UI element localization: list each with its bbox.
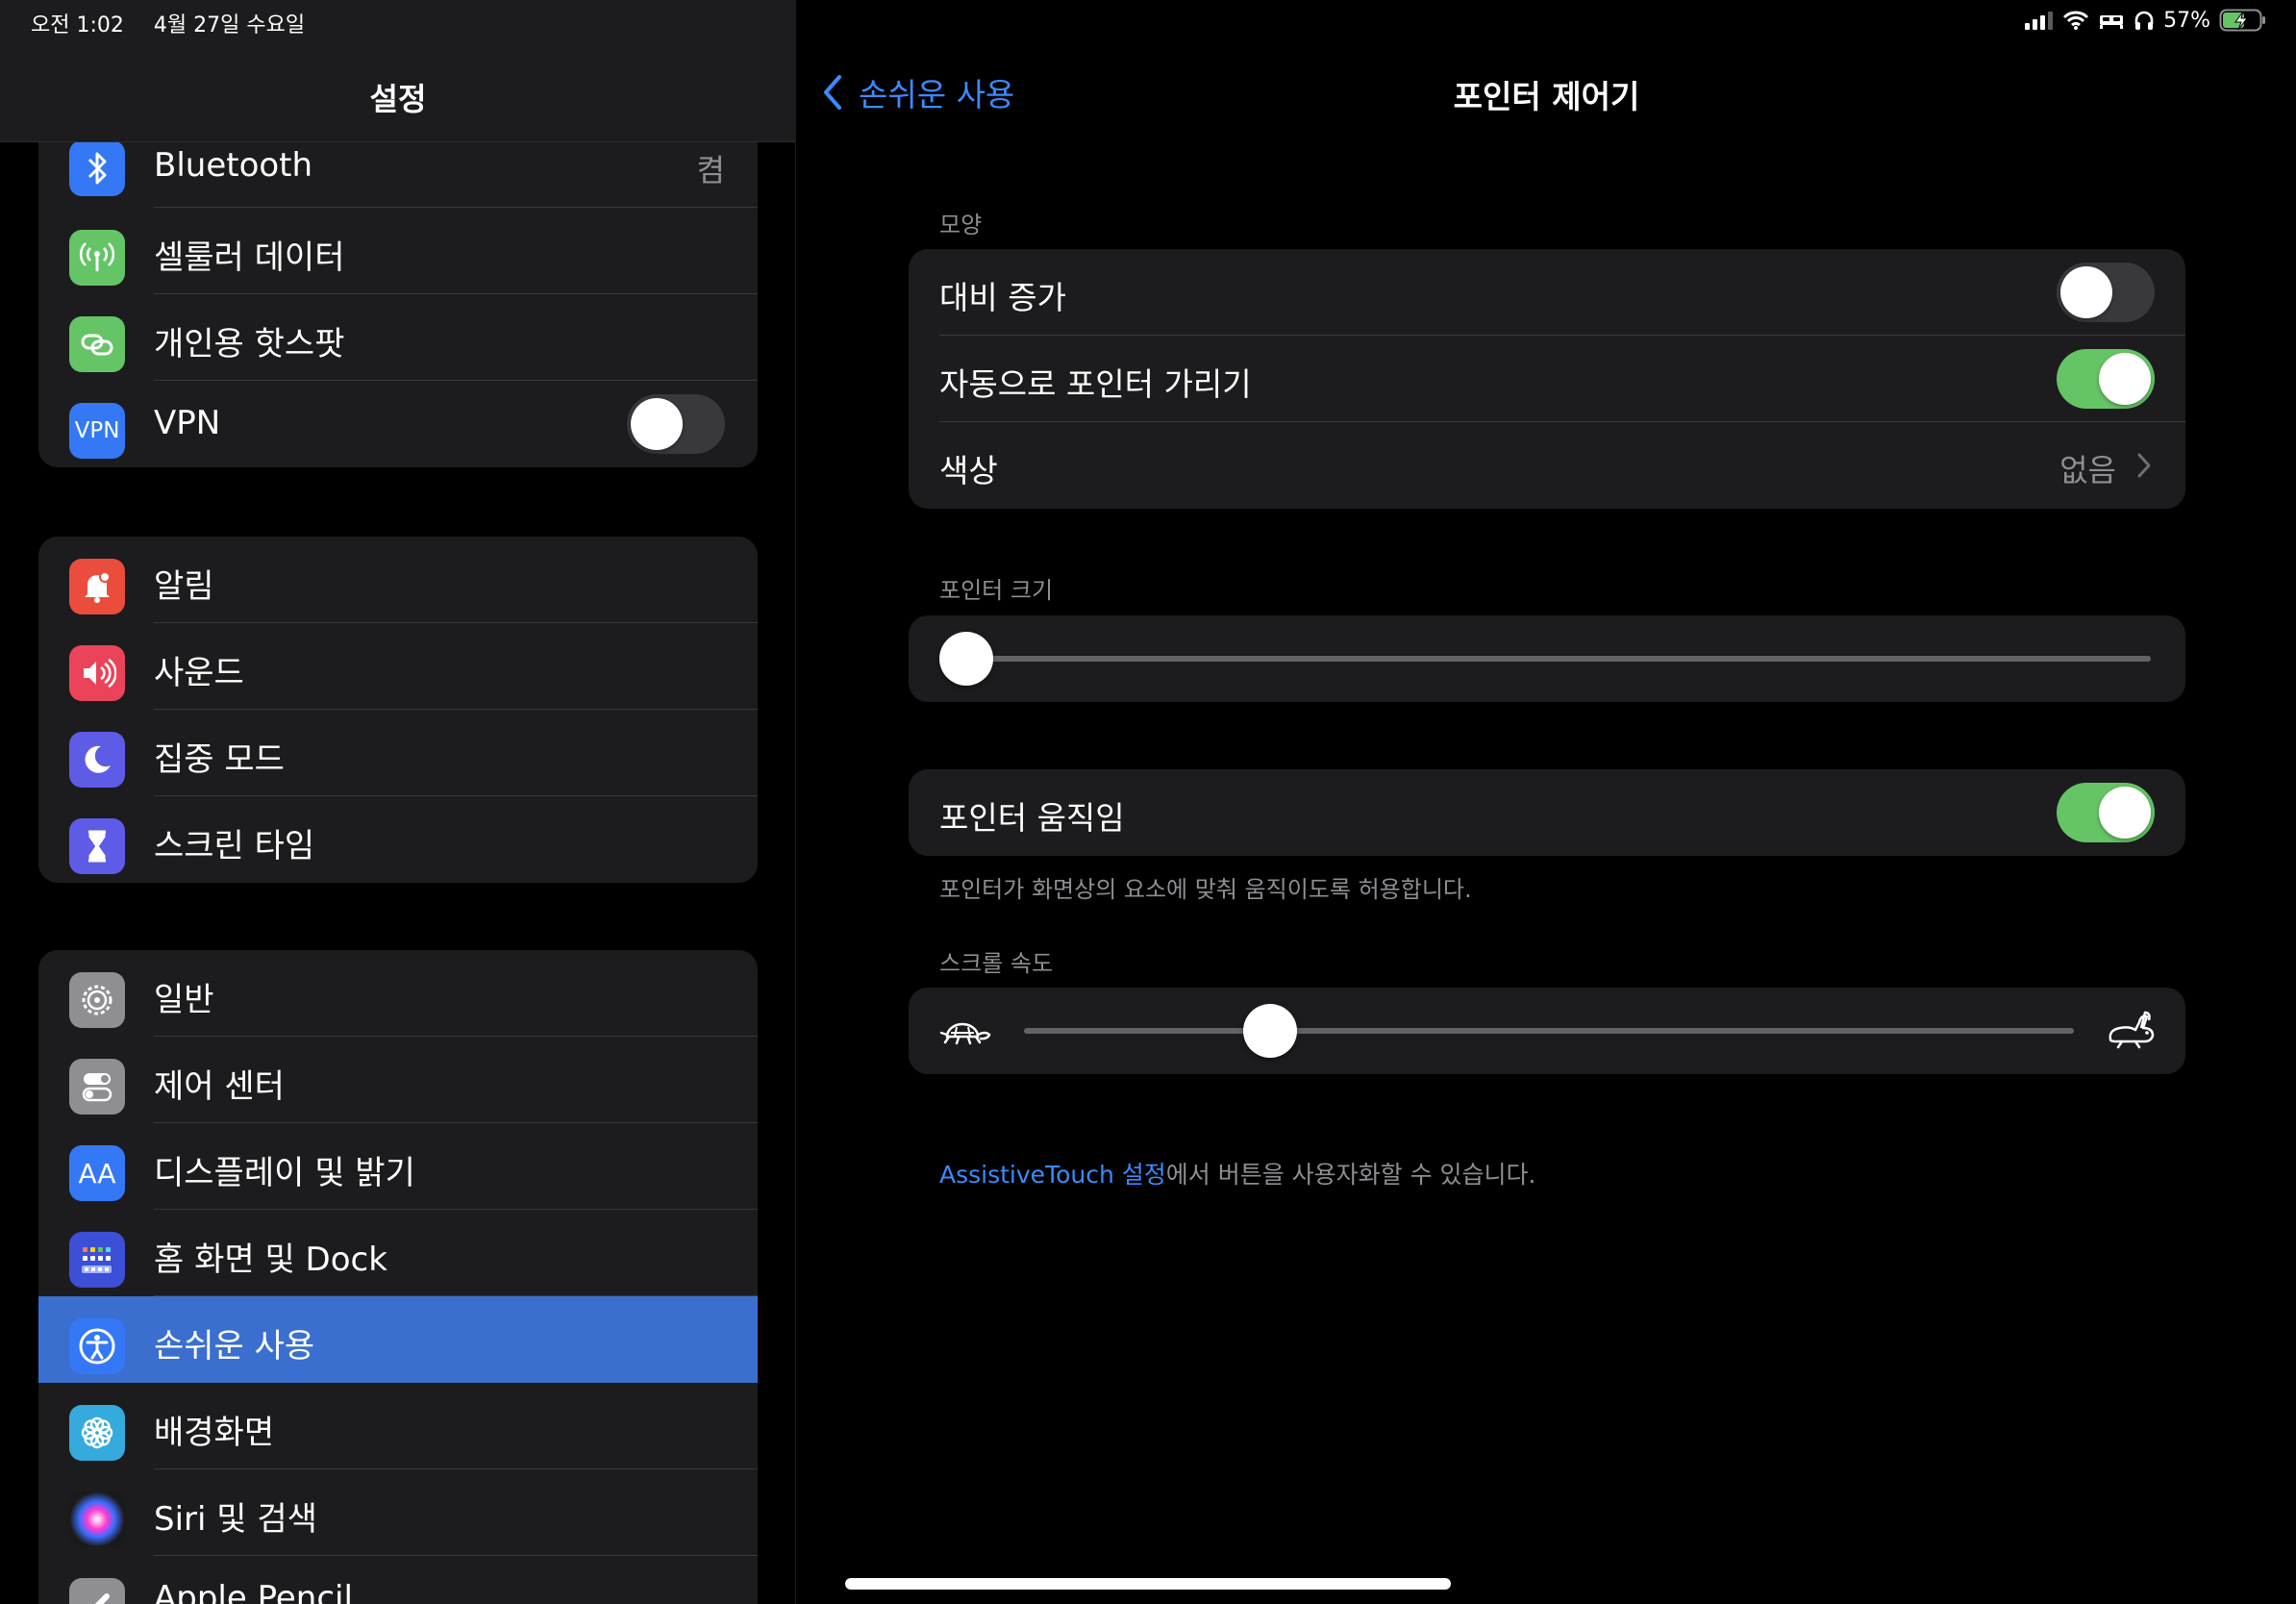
scroll-speed-slider[interactable] xyxy=(1243,1004,1297,1058)
appearance-card: 대비 증가 자동으로 포인터 가리기 색상 없음 xyxy=(909,249,2185,509)
sidebar-item-label: 일반 xyxy=(154,981,214,1019)
hourglass-icon xyxy=(69,818,125,874)
chevron-right-icon xyxy=(2137,453,2151,478)
bluetooth-status: 켬 xyxy=(696,152,725,188)
pointer-size-track xyxy=(966,656,2151,662)
sidebar-item-label: 알림 xyxy=(154,567,214,606)
sidebar-item-control-center[interactable]: 제어 센터 xyxy=(38,1037,758,1123)
sidebar-item-label: Apple Pencil xyxy=(154,1579,353,1604)
pointer-animations-card: 포인터 움직임 xyxy=(909,769,2185,856)
sidebar-item-sounds[interactable]: 사운드 xyxy=(38,623,758,710)
color-label: 색상 xyxy=(939,452,998,489)
pointer-size-card xyxy=(909,615,2185,702)
moon-icon xyxy=(69,732,125,788)
antenna-icon xyxy=(69,230,125,286)
assistive-touch-rest: 에서 버튼을 사용자화할 수 있습니다. xyxy=(1165,1161,1536,1189)
pointer-control-pane: 손쉬운 사용 포인터 제어기 모양 대비 증가 자동으로 포인터 가리기 색상 … xyxy=(797,0,2296,1604)
sidebar-item-wallpaper[interactable]: 배경화면 xyxy=(38,1383,758,1469)
connectivity-group: Bluetooth 켬 셀룰러 데이터 개인용 핫스팟 VPN VPN xyxy=(38,121,758,467)
bell-icon xyxy=(69,559,125,614)
text-size-icon: AA xyxy=(69,1145,125,1201)
sidebar-item-label: Bluetooth xyxy=(154,146,313,185)
sidebar-item-general[interactable]: 일반 xyxy=(38,950,758,1037)
screen: 설정 Bluetooth 켬 셀룰러 데이터 개인용 핫스팟 VPN VPN 알… xyxy=(0,0,2296,1604)
sidebar-item-label: 배경화면 xyxy=(154,1414,275,1452)
scroll-speed-track xyxy=(1024,1028,2074,1034)
sidebar-item-screen-time[interactable]: 스크린 타임 xyxy=(38,796,758,883)
pointer-animations-label: 포인터 움직임 xyxy=(939,799,1125,837)
wifi-icon xyxy=(2063,11,2089,30)
rabbit-icon xyxy=(2109,1011,2155,1049)
vpn-icon: VPN xyxy=(69,403,125,459)
sidebar-item-label: 셀룰러 데이터 xyxy=(154,238,345,277)
sidebar-item-cellular[interactable]: 셀룰러 데이터 xyxy=(38,208,758,294)
sidebar-item-label: 제어 센터 xyxy=(154,1067,285,1106)
sidebar-item-label: 손쉬운 사용 xyxy=(154,1327,315,1366)
notifications-group: 알림 사운드 집중 모드 스크린 타임 xyxy=(38,537,758,883)
sidebar-title: 설정 xyxy=(369,81,427,117)
page-title: 포인터 제어기 xyxy=(1453,78,1640,115)
auto-hide-label: 자동으로 포인터 가리기 xyxy=(939,365,1252,403)
sidebar-item-label: VPN xyxy=(154,404,221,442)
increase-contrast-toggle[interactable] xyxy=(2057,263,2155,322)
scroll-speed-card xyxy=(909,988,2185,1074)
siri-icon xyxy=(69,1491,125,1547)
sidebar-item-vpn[interactable]: VPN VPN xyxy=(38,381,758,467)
color-value: 없음 xyxy=(2059,452,2116,489)
battery-charging-icon xyxy=(2219,9,2265,32)
sidebar-item-apple-pencil[interactable]: Apple Pencil xyxy=(38,1556,758,1604)
cellular-signal-icon xyxy=(2025,12,2054,30)
sidebar-item-focus[interactable]: 집중 모드 xyxy=(38,710,758,796)
home-indicator[interactable] xyxy=(845,1578,1451,1590)
vpn-toggle[interactable] xyxy=(627,394,725,454)
settings-sidebar: 설정 Bluetooth 켬 셀룰러 데이터 개인용 핫스팟 VPN VPN 알… xyxy=(0,0,796,1604)
sidebar-item-display[interactable]: AA 디스플레이 및 밝기 xyxy=(38,1123,758,1210)
status-bar-left: 오전 1:02 4월 27일 수요일 xyxy=(31,8,305,38)
auto-hide-row: 자동으로 포인터 가리기 xyxy=(909,336,2185,422)
sidebar-item-accessibility[interactable]: 손쉬운 사용 xyxy=(38,1296,758,1383)
auto-hide-toggle[interactable] xyxy=(2057,349,2155,409)
accessibility-icon xyxy=(69,1318,125,1374)
sidebar-item-label: 개인용 핫스팟 xyxy=(154,325,345,363)
sidebar-item-label: 스크린 타임 xyxy=(154,827,315,865)
appearance-header: 모양 xyxy=(939,212,983,238)
home-grid-icon xyxy=(69,1232,125,1288)
status-bar-right: 57% xyxy=(2025,8,2267,33)
speaker-icon xyxy=(69,645,125,701)
turtle-icon xyxy=(939,1022,991,1045)
sidebar-item-siri[interactable]: Siri 및 검색 xyxy=(38,1469,758,1556)
hotspot-link-icon xyxy=(69,316,125,372)
sidebar-item-hotspot[interactable]: 개인용 핫스팟 xyxy=(38,294,758,381)
pencil-icon xyxy=(69,1578,125,1604)
increase-contrast-row: 대비 증가 xyxy=(909,249,2185,336)
pointer-animations-footer: 포인터가 화면상의 요소에 맞춰 움직이도록 허용합니다. xyxy=(939,876,1472,903)
battery-percent: 57% xyxy=(2163,8,2210,33)
status-date: 4월 27일 수요일 xyxy=(153,13,306,38)
headphones-icon xyxy=(2134,11,2154,30)
pointer-animations-row: 포인터 움직임 xyxy=(909,769,2185,856)
increase-contrast-label: 대비 증가 xyxy=(939,279,1066,316)
status-time: 오전 1:02 xyxy=(31,13,124,38)
flower-icon xyxy=(69,1405,125,1461)
pointer-animations-toggle[interactable] xyxy=(2057,783,2155,842)
gear-icon xyxy=(69,972,125,1028)
assistive-touch-link[interactable]: AssistiveTouch 설정 xyxy=(939,1161,1166,1189)
assistive-touch-note: AssistiveTouch 설정에서 버튼을 사용자화할 수 있습니다. xyxy=(939,1156,1536,1190)
color-row[interactable]: 색상 없음 xyxy=(909,422,2185,509)
pointer-size-slider[interactable] xyxy=(939,632,993,686)
bed-icon xyxy=(2100,15,2124,29)
sidebar-item-label: 디스플레이 및 밝기 xyxy=(154,1154,415,1192)
switches-icon xyxy=(69,1059,125,1115)
sidebar-item-label: 사운드 xyxy=(154,654,244,692)
sidebar-item-label: 집중 모드 xyxy=(154,740,285,779)
bluetooth-icon xyxy=(69,140,125,196)
pointer-size-header: 포인터 크기 xyxy=(939,577,1054,604)
general-group: 일반 제어 센터 AA 디스플레이 및 밝기 홈 화면 및 Dock 손쉬운 사… xyxy=(38,950,758,1604)
scroll-speed-header: 스크롤 속도 xyxy=(939,950,1054,977)
sidebar-item-label: Siri 및 검색 xyxy=(154,1500,317,1539)
sidebar-item-notifications[interactable]: 알림 xyxy=(38,537,758,623)
sidebar-item-label: 홈 화면 및 Dock xyxy=(154,1241,387,1279)
sidebar-item-home-screen[interactable]: 홈 화면 및 Dock xyxy=(38,1210,758,1296)
